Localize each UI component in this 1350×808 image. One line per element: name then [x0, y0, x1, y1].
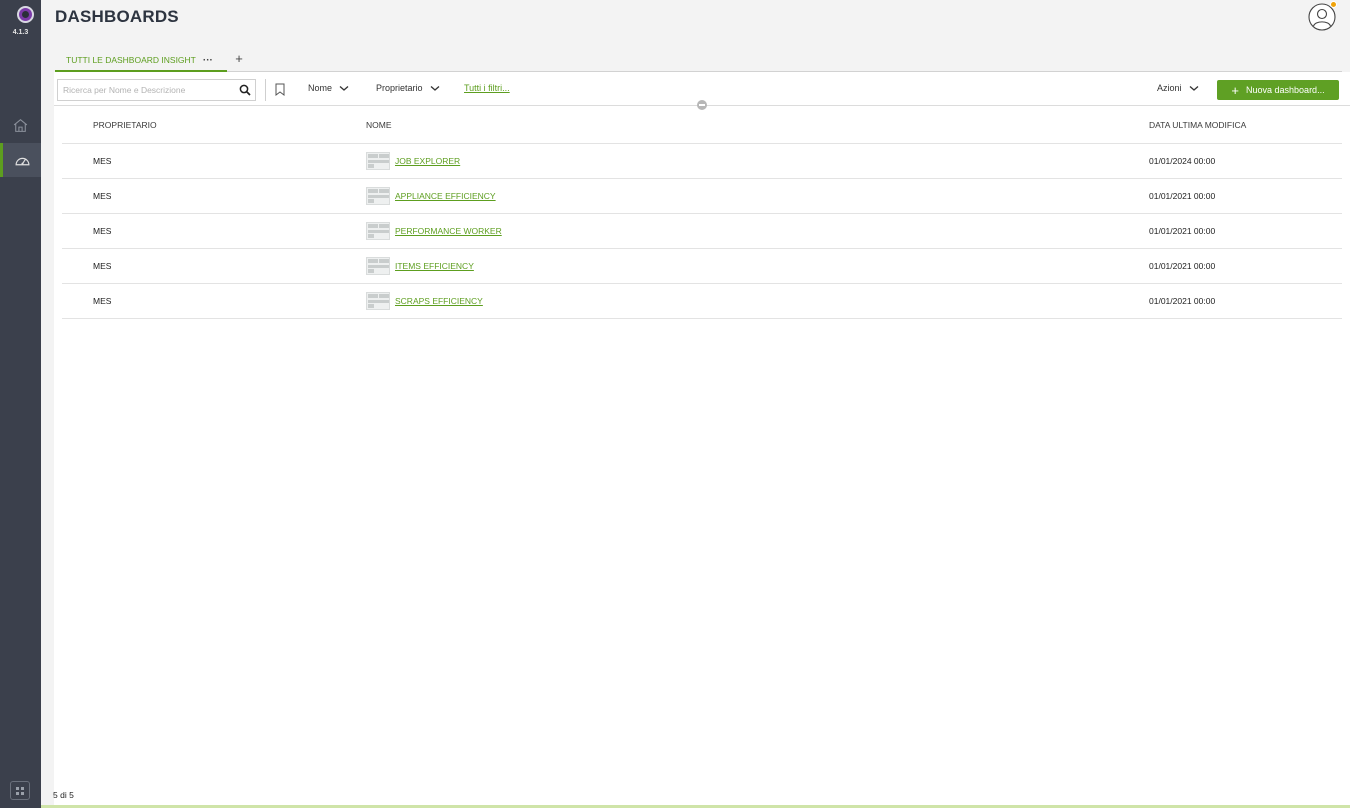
plus-icon: + — [1231, 82, 1240, 98]
filter-proprietario[interactable]: Proprietario — [376, 83, 440, 93]
all-filters-link[interactable]: Tutti i filtri... — [464, 83, 510, 93]
chevron-down-icon — [430, 85, 439, 91]
app-logo-icon[interactable] — [17, 6, 34, 23]
table-row[interactable]: MES SCRAPS EFFICIENCY 01/01/2021 00:00 — [62, 283, 1342, 319]
toolbar-separator — [265, 79, 266, 101]
add-tab-button[interactable]: + — [232, 51, 246, 66]
table-row[interactable]: MES ITEMS EFFICIENCY 01/01/2021 00:00 — [62, 248, 1342, 284]
dashboard-thumbnail-icon — [366, 291, 390, 310]
name-cell-content: APPLIANCE EFFICIENCY — [366, 186, 1118, 205]
bookmark-icon[interactable] — [274, 83, 286, 96]
dashboard-link[interactable]: PERFORMANCE WORKER — [395, 226, 502, 236]
chevron-down-icon — [1189, 85, 1198, 91]
dashboard-link[interactable]: SCRAPS EFFICIENCY — [395, 296, 483, 306]
search-box — [57, 79, 256, 101]
actions-label: Azioni — [1157, 83, 1182, 93]
chevron-down-icon — [339, 85, 349, 91]
date-cell: 01/01/2021 00:00 — [1118, 248, 1342, 284]
name-cell-content: PERFORMANCE WORKER — [366, 221, 1118, 240]
notification-badge — [1330, 1, 1337, 8]
date-cell: 01/01/2021 00:00 — [1118, 283, 1342, 319]
filter-nome[interactable]: Nome — [308, 83, 349, 93]
new-dashboard-label: Nuova dashboard... — [1246, 85, 1325, 95]
tab-all-dashboards[interactable]: TUTTI LE DASHBOARD INSIGHT ··· — [55, 50, 227, 72]
dashboard-link[interactable]: APPLIANCE EFFICIENCY — [395, 191, 496, 201]
column-header-name[interactable]: NOME — [335, 108, 1118, 144]
app-version: 4.1.3 — [12, 29, 29, 36]
owner-cell: MES — [62, 178, 335, 214]
user-avatar[interactable] — [1308, 1, 1337, 31]
result-count: 5 di 5 — [53, 790, 74, 800]
name-cell-content: ITEMS EFFICIENCY — [366, 256, 1118, 275]
toolbar: Nome Proprietario Tutti i filtri... Azio… — [54, 72, 1350, 110]
name-cell: ITEMS EFFICIENCY — [335, 248, 1118, 284]
table-row[interactable]: MES PERFORMANCE WORKER 01/01/2021 00:00 — [62, 213, 1342, 249]
owner-cell: MES — [62, 213, 335, 249]
table-row[interactable]: MES APPLIANCE EFFICIENCY 01/01/2021 00:0… — [62, 178, 1342, 214]
column-header-date[interactable]: DATA ULTIMA MODIFICA — [1118, 108, 1342, 144]
dashboard-thumbnail-icon — [366, 221, 390, 240]
name-cell-content: JOB EXPLORER — [366, 151, 1118, 170]
name-cell-content: SCRAPS EFFICIENCY — [366, 291, 1118, 310]
page-title: DASHBOARDS — [55, 7, 179, 26]
apps-menu-button[interactable] — [10, 781, 30, 800]
owner-cell: MES — [62, 143, 335, 179]
tab-bar: TUTTI LE DASHBOARD INSIGHT ··· + — [55, 50, 1342, 72]
date-cell: 01/01/2021 00:00 — [1118, 178, 1342, 214]
filter-nome-label: Nome — [308, 83, 333, 93]
tab-more-menu[interactable]: ··· — [203, 55, 213, 66]
date-cell: 01/01/2021 00:00 — [1118, 213, 1342, 249]
actions-menu[interactable]: Azioni — [1157, 83, 1199, 93]
tab-label: TUTTI LE DASHBOARD INSIGHT — [66, 55, 196, 65]
dashboards-table: PROPRIETARIO NOME DATA ULTIMA MODIFICA M… — [62, 108, 1342, 319]
column-header-owner[interactable]: PROPRIETARIO — [62, 108, 335, 144]
table-row[interactable]: MES JOB EXPLORER 01/01/2024 00:00 — [62, 143, 1342, 179]
owner-cell: MES — [62, 248, 335, 284]
dashboard-link[interactable]: JOB EXPLORER — [395, 156, 460, 166]
dashboard-link[interactable]: ITEMS EFFICIENCY — [395, 261, 474, 271]
dashboard-icon — [15, 157, 29, 165]
home-icon — [13, 118, 28, 132]
apps-grid-icon — [16, 786, 24, 795]
new-dashboard-button[interactable]: + Nuova dashboard... — [1217, 80, 1339, 100]
filter-proprietario-label: Proprietario — [376, 83, 423, 93]
nav-dashboards[interactable] — [0, 143, 41, 177]
name-cell: JOB EXPLORER — [335, 143, 1118, 179]
name-cell: APPLIANCE EFFICIENCY — [335, 178, 1118, 214]
dashboard-thumbnail-icon — [366, 186, 390, 205]
name-cell: SCRAPS EFFICIENCY — [335, 283, 1118, 319]
nav-home[interactable] — [0, 108, 41, 142]
nav-rail: 4.1.3 — [0, 0, 41, 808]
search-input[interactable] — [58, 80, 233, 100]
dashboards-panel: Nome Proprietario Tutti i filtri... Azio… — [54, 72, 1350, 805]
dashboard-thumbnail-icon — [366, 151, 390, 170]
name-cell: PERFORMANCE WORKER — [335, 213, 1118, 249]
main-area: DASHBOARDS TUTTI LE DASHBOARD INSIGHT ··… — [41, 0, 1350, 808]
owner-cell: MES — [62, 283, 335, 319]
dashboard-thumbnail-icon — [366, 256, 390, 275]
table-header-row: PROPRIETARIO NOME DATA ULTIMA MODIFICA — [62, 108, 1342, 144]
search-icon[interactable] — [239, 84, 251, 96]
date-cell: 01/01/2024 00:00 — [1118, 143, 1342, 179]
